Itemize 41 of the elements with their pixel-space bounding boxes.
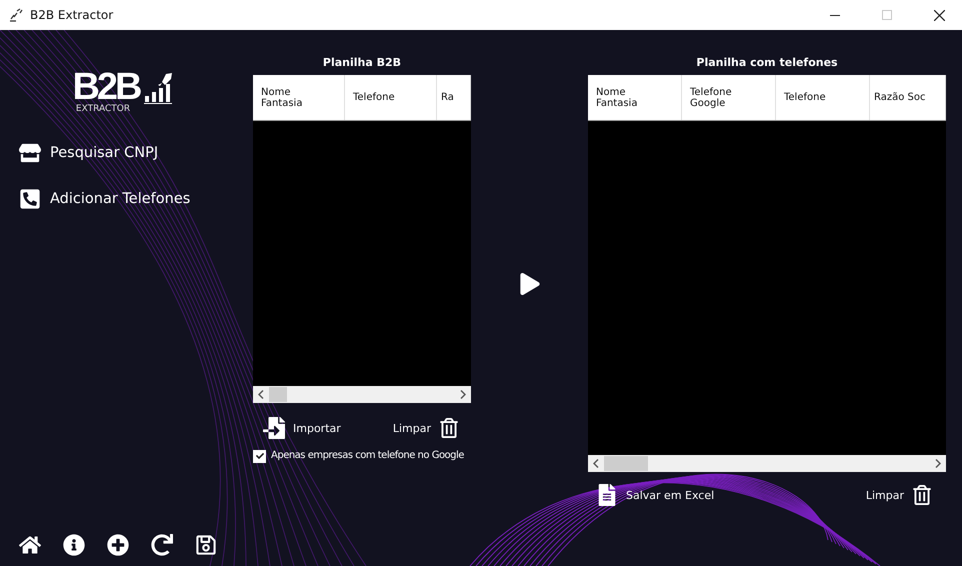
save-icon[interactable] — [195, 534, 217, 556]
nav-link[interactable]: Adicionar Telefones — [19, 188, 250, 210]
horizontal-scrollbar[interactable] — [588, 455, 946, 472]
scroll-right-icon[interactable] — [935, 459, 941, 468]
horizontal-scrollbar[interactable] — [253, 386, 471, 403]
refresh-icon[interactable] — [151, 534, 173, 556]
import-button[interactable]: Importar — [293, 422, 341, 434]
column-header[interactable]: Nome Fantasia — [588, 75, 682, 120]
home-icon[interactable] — [19, 534, 41, 556]
add-icon[interactable] — [107, 534, 129, 556]
close-icon[interactable] — [934, 10, 944, 20]
phone-icon — [19, 188, 41, 210]
info-icon[interactable] — [63, 534, 85, 556]
import-icon[interactable] — [263, 417, 285, 439]
checkbox[interactable] — [253, 450, 266, 462]
panel-title: Planilha com telefones — [695, 56, 839, 71]
column-header[interactable]: Telefone — [776, 75, 870, 120]
column-header[interactable]: Razão Soc — [870, 75, 946, 120]
nav-link[interactable]: Pesquisar CNPJ — [19, 142, 250, 164]
column-header[interactable]: Nome Fantasia — [253, 75, 345, 120]
document-icon[interactable] — [596, 484, 618, 506]
logo-subtitle: EXTRACTOR — [76, 104, 130, 114]
minimize-icon[interactable] — [830, 14, 840, 16]
play-icon[interactable] — [518, 272, 540, 294]
scroll-left-icon[interactable] — [593, 459, 599, 468]
checkbox-label[interactable]: Apenas empresas com telefone no Google — [271, 449, 464, 463]
rocket-chart-icon — [144, 72, 174, 104]
trash-icon[interactable] — [439, 418, 459, 438]
store-icon — [19, 142, 41, 164]
column-header[interactable]: Telefone Google — [682, 75, 776, 120]
clear-button[interactable]: Limpar — [866, 488, 904, 502]
trash-icon[interactable] — [912, 485, 932, 505]
panel-title: Planilha B2B — [322, 56, 402, 71]
scroll-right-icon[interactable] — [460, 390, 466, 399]
clear-button[interactable]: Limpar — [392, 422, 431, 434]
logo-text: B2B — [72, 70, 140, 104]
column-header[interactable]: Telefone — [345, 75, 437, 120]
window-title: B2B Extractor — [30, 8, 114, 22]
checkmark-icon — [256, 452, 264, 460]
column-header[interactable]: Ra — [437, 75, 471, 120]
scroll-left-icon[interactable] — [258, 390, 264, 399]
